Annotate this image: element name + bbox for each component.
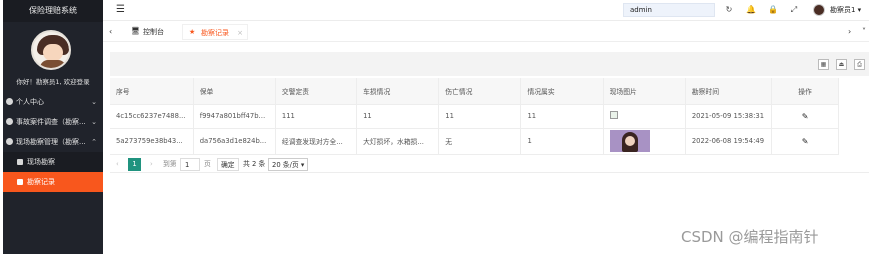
user-menu[interactable]: 勘察员1 ▾ bbox=[830, 5, 861, 15]
sidebar-item-site-survey[interactable]: 现场勘察 bbox=[3, 152, 103, 172]
sidebar-item-survey-records[interactable]: 勘察记录 bbox=[3, 172, 103, 192]
cell-id: 5a273759e38b43... bbox=[110, 128, 194, 155]
tab-survey-records[interactable]: ★ 勘察记录 × bbox=[182, 24, 248, 40]
star-icon bbox=[17, 159, 23, 165]
cell-vehicle-damage: 大灯损坏，水箱损... bbox=[356, 128, 440, 155]
cell-vehicle-damage: 11 bbox=[356, 104, 440, 129]
col-header[interactable]: 车损情况 bbox=[356, 78, 440, 105]
col-header[interactable]: 交警定责 bbox=[275, 78, 358, 105]
cell-actions: ✎ bbox=[771, 104, 839, 129]
cell-actions: ✎ bbox=[771, 128, 839, 155]
star-icon bbox=[17, 179, 23, 185]
avatar bbox=[31, 30, 71, 70]
cell-id: 4c15cc6237e7488... bbox=[110, 104, 194, 129]
sidebar-item-label: 个人中心 bbox=[16, 98, 44, 106]
tabs-more-icon[interactable]: ˅ bbox=[862, 27, 866, 36]
refresh-icon[interactable]: ↻ bbox=[724, 5, 734, 15]
chevron-down-icon: ⌄ bbox=[91, 118, 97, 126]
divider bbox=[110, 172, 869, 173]
page-unit-label: 页 bbox=[204, 160, 211, 168]
tabs-next-icon[interactable]: › bbox=[848, 27, 851, 36]
next-page-icon[interactable]: › bbox=[150, 158, 153, 171]
pagination: ‹ 1 › 到第 1 页 确定 共 2 条 20 条/页 ▾ bbox=[110, 158, 410, 172]
cell-site-photo bbox=[603, 104, 686, 129]
print-icon[interactable]: ⎙ bbox=[854, 59, 865, 70]
total-count: 共 2 条 bbox=[243, 160, 266, 168]
sidebar-item-label: 事故案件调查（勘察... bbox=[16, 118, 86, 126]
table-header-row: 序号 保单 交警定责 车损情况 伤亡情况 情况属实 现场图片 勘察时间 操作 bbox=[110, 78, 839, 105]
page-1-button[interactable]: 1 bbox=[128, 158, 141, 171]
notification-icon[interactable]: 🔔 bbox=[746, 5, 756, 15]
tab-label: 勘察记录 bbox=[201, 29, 229, 37]
fullscreen-icon[interactable]: ⤢ bbox=[789, 5, 799, 15]
records-table: 序号 保单 交警定责 车损情况 伤亡情况 情况属实 现场图片 勘察时间 操作 4… bbox=[110, 78, 839, 155]
sidebar-item-site-survey-management[interactable]: 现场勘察管理（勘察... ⌃ bbox=[3, 132, 103, 152]
monitor-icon: 🖥 bbox=[131, 27, 140, 35]
close-icon[interactable]: × bbox=[237, 25, 243, 41]
greeting-text: 你好！勘察员1, 欢迎登录 bbox=[16, 78, 90, 86]
tab-label: 控制台 bbox=[143, 28, 164, 36]
sidebar-item-accident-investigation[interactable]: 事故案件调查（勘察... ⌄ bbox=[3, 112, 103, 132]
sidebar: 保险理赔系统 你好！勘察员1, 欢迎登录 个人中心 ⌄ 事故案件调查（勘察...… bbox=[3, 0, 103, 254]
page-number-input[interactable]: 1 bbox=[180, 158, 200, 171]
col-header: 操作 bbox=[771, 78, 839, 105]
broken-image-icon[interactable] bbox=[609, 111, 618, 119]
top-header: ☰ admin ↻ 🔔 🔒 ⤢ 勘察员1 ▾ bbox=[103, 0, 869, 21]
chevron-down-icon: ⌄ bbox=[91, 98, 97, 106]
star-icon: ★ bbox=[189, 28, 196, 36]
records-panel: ▦ ⏏ ⎙ 序号 保单 交警定责 车损情况 伤亡情况 情况属实 现场图片 勘察时… bbox=[110, 52, 869, 172]
goto-label: 到第 bbox=[163, 160, 177, 168]
table-row[interactable]: 4c15cc6237e7488... f9947a801bff47b0... 1… bbox=[110, 104, 839, 129]
folder-icon bbox=[6, 118, 13, 125]
col-header[interactable]: 伤亡情况 bbox=[438, 78, 522, 105]
table-row[interactable]: 5a273759e38b43... da756a3d1e824b... 经调查发… bbox=[110, 128, 839, 155]
cell-policy: da756a3d1e824b... bbox=[193, 128, 276, 155]
col-header[interactable]: 现场图片 bbox=[603, 78, 686, 105]
tabs-prev-icon[interactable]: ‹ bbox=[109, 27, 112, 36]
page-size-select[interactable]: 20 条/页 ▾ bbox=[268, 158, 309, 171]
user-avatar[interactable] bbox=[813, 4, 825, 16]
cell-verified: 11 bbox=[520, 104, 604, 129]
sidebar-menu: 个人中心 ⌄ 事故案件调查（勘察... ⌄ 现场勘察管理（勘察... ⌃ 现场勘… bbox=[3, 92, 103, 192]
columns-icon[interactable]: ▦ bbox=[818, 59, 829, 70]
cell-police-liability: 111 bbox=[275, 104, 358, 129]
col-header[interactable]: 序号 bbox=[110, 78, 194, 105]
table-toolbar: ▦ ⏏ ⎙ bbox=[110, 52, 869, 76]
cell-police-liability: 经调查发现对方全... bbox=[275, 128, 358, 155]
user-icon bbox=[6, 98, 13, 105]
folder-icon bbox=[6, 138, 13, 145]
cell-survey-time: 2021-05-09 15:38:31 bbox=[685, 104, 773, 129]
site-photo-thumbnail[interactable] bbox=[609, 129, 650, 152]
prev-page-icon[interactable]: ‹ bbox=[116, 158, 119, 171]
tabs-bar: ‹ 🖥 控制台 ★ 勘察记录 × › ˅ bbox=[103, 22, 869, 42]
edit-icon[interactable]: ✎ bbox=[802, 112, 809, 121]
col-header[interactable]: 勘察时间 bbox=[685, 78, 773, 105]
sidebar-item-label: 现场勘察 bbox=[27, 158, 55, 166]
sidebar-item-personal-center[interactable]: 个人中心 ⌄ bbox=[3, 92, 103, 112]
cell-survey-time: 2022-06-08 19:54:49 bbox=[685, 128, 773, 155]
watermark: CSDN @编程指南针 bbox=[681, 228, 819, 246]
edit-icon[interactable]: ✎ bbox=[802, 137, 809, 146]
menu-toggle-icon[interactable]: ☰ bbox=[116, 5, 125, 15]
tab-console[interactable]: 🖥 控制台 bbox=[125, 24, 187, 40]
cell-casualty: 11 bbox=[438, 104, 522, 129]
chevron-up-icon: ⌃ bbox=[91, 138, 97, 146]
cell-verified: 1 bbox=[520, 128, 604, 155]
export-icon[interactable]: ⏏ bbox=[836, 59, 847, 70]
cell-casualty: 无 bbox=[438, 128, 522, 155]
col-header[interactable]: 情况属实 bbox=[520, 78, 604, 105]
lock-icon[interactable]: 🔒 bbox=[768, 5, 778, 15]
sidebar-item-label: 勘察记录 bbox=[27, 178, 55, 186]
app-title: 保险理赔系统 bbox=[3, 0, 103, 22]
col-header[interactable]: 保单 bbox=[193, 78, 276, 105]
cell-policy: f9947a801bff47b0... bbox=[193, 104, 276, 129]
goto-confirm-button[interactable]: 确定 bbox=[217, 158, 239, 171]
search-input[interactable]: admin bbox=[623, 3, 715, 17]
cell-site-photo bbox=[603, 128, 686, 155]
sidebar-item-label: 现场勘察管理（勘察... bbox=[16, 138, 86, 146]
